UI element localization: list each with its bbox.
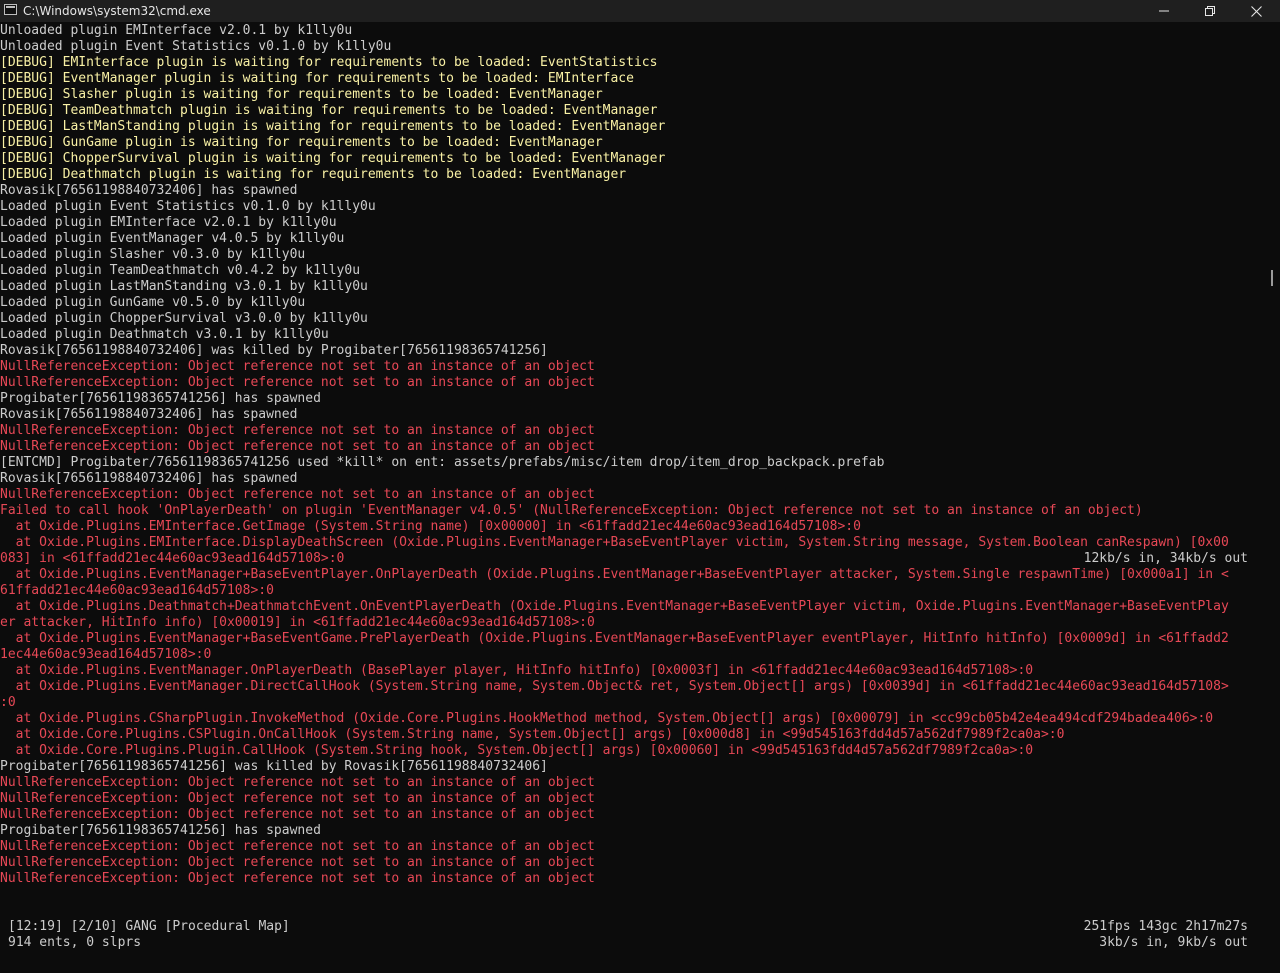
entity-count: 914 ents, 0 slprs	[8, 935, 142, 950]
console-line: Progibater[76561198365741256] has spawne…	[0, 823, 321, 838]
console-line: 1ec44e60ac93ead164d57108>:0	[0, 647, 212, 662]
console-line: Loaded plugin Event Statistics v0.1.0 by…	[0, 199, 376, 214]
network-stats: 3kb/s in, 9kb/s out	[1099, 935, 1248, 950]
console-line: at Oxide.Plugins.Deathmatch+DeathmatchEv…	[0, 599, 1229, 614]
console-line: 61ffadd21ec44e60ac93ead164d57108>:0	[0, 583, 274, 598]
console-line: at Oxide.Plugins.CSharpPlugin.InvokeMeth…	[0, 711, 1214, 726]
console-line: Loaded plugin TeamDeathmatch v0.4.2 by k…	[0, 263, 361, 278]
console-line: Progibater[76561198365741256] has spawne…	[0, 391, 321, 406]
console-line: at Oxide.Plugins.EventManager+BaseEventP…	[0, 567, 1229, 582]
console-line: Unloaded plugin EMInterface v2.0.1 by k1…	[0, 23, 353, 38]
console-line: [DEBUG] Slasher plugin is waiting for re…	[0, 87, 603, 102]
console-line: NullReferenceException: Object reference…	[0, 423, 595, 438]
console-line: at Oxide.Core.Plugins.Plugin.CallHook (S…	[0, 743, 1034, 758]
console-line: at Oxide.Plugins.EventManager+BaseEventG…	[0, 631, 1229, 646]
performance-stats: 251fps 143gc 2h17m27s	[1083, 919, 1248, 934]
console-line: at Oxide.Plugins.EMInterface.DisplayDeat…	[0, 535, 1229, 550]
console-line: at Oxide.Plugins.EMInterface.GetImage (S…	[0, 519, 861, 534]
console-line: Rovasik[76561198840732406] has spawned	[0, 407, 298, 422]
minimize-button[interactable]	[1141, 0, 1187, 22]
close-button[interactable]	[1233, 0, 1279, 22]
console-line: NullReferenceException: Object reference…	[0, 775, 595, 790]
restore-icon	[1205, 6, 1215, 16]
console-line: Loaded plugin LastManStanding v3.0.1 by …	[0, 279, 368, 294]
console-line: Loaded plugin Deathmatch v3.0.1 by k1lly…	[0, 327, 329, 342]
console-line: [DEBUG] ChopperSurvival plugin is waitin…	[0, 151, 666, 166]
network-stats-overlay: 12kb/s in, 34kb/s out	[1083, 551, 1248, 566]
maximize-button[interactable]	[1187, 0, 1233, 22]
console-line: NullReferenceException: Object reference…	[0, 359, 595, 374]
close-icon	[1250, 5, 1262, 17]
console-line: Rovasik[76561198840732406] has spawned	[0, 183, 298, 198]
console-line: Progibater[76561198365741256] was killed…	[0, 759, 548, 774]
vertical-scrollbar[interactable]	[1264, 22, 1280, 973]
console-line: er attacker, HitInfo info) [0x00019] in …	[0, 615, 595, 630]
server-status-bar: [12:19] [2/10] GANG [Procedural Map] 914…	[0, 918, 1264, 952]
console-app-icon	[4, 4, 17, 15]
console-line: [DEBUG] TeamDeathmatch plugin is waiting…	[0, 103, 658, 118]
console-line: NullReferenceException: Object reference…	[0, 791, 595, 806]
console-output[interactable]: Unloaded plugin EMInterface v2.0.1 by k1…	[0, 23, 1264, 886]
title-bar[interactable]: C:\Windows\system32\cmd.exe	[0, 0, 1280, 22]
console-line: NullReferenceException: Object reference…	[0, 807, 595, 822]
console-line: 083] in <61ffadd21ec44e60ac93ead164d5710…	[0, 551, 345, 566]
console-line: Failed to call hook 'OnPlayerDeath' on p…	[0, 503, 1143, 518]
console-line: Loaded plugin EMInterface v2.0.1 by k1ll…	[0, 215, 337, 230]
console-line: at Oxide.Core.Plugins.CSPlugin.OnCallHoo…	[0, 727, 1065, 742]
window-title: C:\Windows\system32\cmd.exe	[23, 4, 211, 18]
console-line: at Oxide.Plugins.EventManager.OnPlayerDe…	[0, 663, 1034, 678]
console-window: C:\Windows\system32\cmd.exe Unloaded plu…	[0, 0, 1280, 973]
console-line: [DEBUG] Deathmatch plugin is waiting for…	[0, 167, 627, 182]
console-line: [ENTCMD] Progibater/76561198365741256 us…	[0, 455, 885, 470]
console-line: Loaded plugin EventManager v4.0.5 by k1l…	[0, 231, 345, 246]
console-line: [DEBUG] EMInterface plugin is waiting fo…	[0, 55, 658, 70]
console-line: Loaded plugin GunGame v0.5.0 by k1lly0u	[0, 295, 306, 310]
console-line: at Oxide.Plugins.EventManager.DirectCall…	[0, 679, 1229, 694]
console-line: [DEBUG] LastManStanding plugin is waitin…	[0, 119, 666, 134]
console-line: Unloaded plugin Event Statistics v0.1.0 …	[0, 39, 392, 54]
server-info: [12:19] [2/10] GANG [Procedural Map]	[8, 919, 290, 934]
minimize-icon	[1159, 10, 1169, 12]
console-line: :0	[0, 695, 16, 710]
console-line: NullReferenceException: Object reference…	[0, 871, 595, 886]
console-line: NullReferenceException: Object reference…	[0, 855, 595, 870]
console-line: NullReferenceException: Object reference…	[0, 487, 595, 502]
console-line: Loaded plugin ChopperSurvival v3.0.0 by …	[0, 311, 368, 326]
console-line: NullReferenceException: Object reference…	[0, 375, 595, 390]
console-line: Loaded plugin Slasher v0.3.0 by k1lly0u	[0, 247, 306, 262]
console-line: NullReferenceException: Object reference…	[0, 839, 595, 854]
console-line: [DEBUG] EventManager plugin is waiting f…	[0, 71, 634, 86]
scrollbar-thumb[interactable]	[1271, 270, 1273, 286]
console-line: [DEBUG] GunGame plugin is waiting for re…	[0, 135, 603, 150]
console-line: Rovasik[76561198840732406] was killed by…	[0, 343, 548, 358]
console-line: NullReferenceException: Object reference…	[0, 439, 595, 454]
console-line: Rovasik[76561198840732406] has spawned	[0, 471, 298, 486]
